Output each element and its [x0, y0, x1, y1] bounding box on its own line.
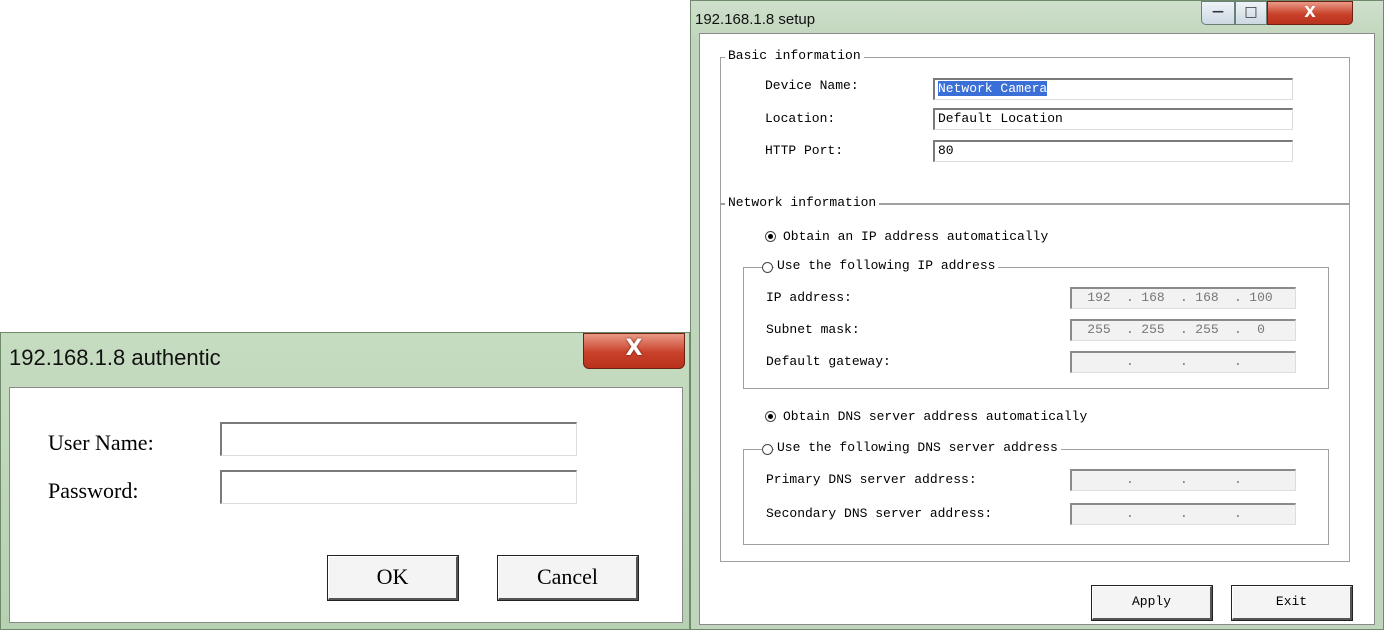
maximize-icon: □ — [1244, 4, 1258, 20]
device-name-value: Network Camera — [938, 81, 1048, 96]
dns-manual-label[interactable]: Use the following DNS server address — [774, 440, 1061, 455]
basic-information-group: Basic information Device Name: Network C… — [720, 48, 1350, 204]
auth-dialog-body: User Name: Password: OK Cancel — [9, 387, 683, 623]
network-information-legend: Network information — [725, 195, 880, 210]
dns-dot: . — [1234, 472, 1242, 487]
dns-dot: . — [1126, 506, 1134, 521]
dns-dot: . — [1180, 472, 1188, 487]
manual-dns-group: Use the following DNS server address Pri… — [743, 440, 1329, 545]
ip-octet: 192 — [1087, 290, 1111, 305]
gateway-dot: . — [1180, 354, 1188, 369]
setup-close-button[interactable]: X — [1267, 1, 1353, 25]
ip-octet: 100 — [1249, 290, 1273, 305]
dns-auto-label[interactable]: Obtain DNS server address automatically — [783, 409, 1087, 424]
gateway-dot: . — [1234, 354, 1242, 369]
location-label: Location: — [765, 111, 836, 126]
subnet-octet: 0 — [1257, 322, 1265, 337]
dns-auto-radio[interactable] — [765, 411, 776, 422]
auth-dialog-title: 192.168.1.8 authentic — [9, 345, 221, 370]
minimize-button[interactable]: — — [1201, 1, 1235, 25]
subnet-mask-input[interactable]: 255 . 255 . 255 . 0 — [1070, 319, 1296, 341]
ip-manual-label[interactable]: Use the following IP address — [774, 258, 999, 273]
secondary-dns-input[interactable]: . . . — [1070, 503, 1296, 525]
network-information-group: Network information Obtain an IP address… — [720, 195, 1350, 562]
close-icon: X — [625, 336, 643, 361]
setup-dialog-title: 192.168.1.8 setup — [695, 11, 816, 28]
http-port-input[interactable]: 80 — [933, 140, 1293, 162]
ip-octet: 168 — [1195, 290, 1219, 305]
ip-octet: 168 — [1141, 290, 1165, 305]
username-input[interactable] — [220, 422, 577, 456]
device-name-input[interactable]: Network Camera — [933, 78, 1293, 100]
manual-ip-group: Use the following IP address IP address:… — [743, 258, 1329, 389]
ip-address-input[interactable]: 192 . 168 . 168 . 100 — [1070, 287, 1296, 309]
apply-button[interactable]: Apply — [1091, 585, 1213, 621]
auth-title-bar[interactable]: 192.168.1.8 authentic X — [1, 333, 689, 385]
dns-dot: . — [1180, 506, 1188, 521]
auth-dialog: 192.168.1.8 authentic X User Name: Passw… — [0, 332, 690, 630]
dns-manual-radio[interactable] — [762, 444, 773, 455]
auth-close-button[interactable]: X — [583, 333, 685, 369]
ip-auto-label[interactable]: Obtain an IP address automatically — [783, 229, 1048, 244]
basic-information-legend: Basic information — [725, 48, 864, 63]
maximize-button[interactable]: □ — [1235, 1, 1267, 25]
exit-button[interactable]: Exit — [1231, 585, 1353, 621]
minimize-icon: — — [1212, 4, 1224, 18]
gateway-dot: . — [1126, 354, 1134, 369]
default-gateway-label: Default gateway: — [766, 354, 891, 369]
primary-dns-input[interactable]: . . . — [1070, 469, 1296, 491]
setup-dialog-body: Basic information Device Name: Network C… — [699, 33, 1375, 625]
password-label: Password: — [48, 478, 139, 503]
close-icon: X — [1304, 3, 1316, 21]
default-gateway-input[interactable]: . . . — [1070, 351, 1296, 373]
subnet-octet: 255 — [1141, 322, 1165, 337]
ip-auto-radio[interactable] — [765, 231, 776, 242]
subnet-octet: 255 — [1195, 322, 1219, 337]
password-input[interactable] — [220, 470, 577, 504]
location-input[interactable]: Default Location — [933, 108, 1293, 130]
setup-dialog: 192.168.1.8 setup — □ X Basic informatio… — [690, 0, 1384, 630]
secondary-dns-label: Secondary DNS server address: — [766, 506, 993, 521]
dns-dot: . — [1234, 506, 1242, 521]
username-label: User Name: — [48, 430, 154, 455]
primary-dns-label: Primary DNS server address: — [766, 472, 977, 487]
http-port-label: HTTP Port: — [765, 143, 844, 158]
cancel-button[interactable]: Cancel — [497, 555, 639, 601]
dns-dot: . — [1126, 472, 1134, 487]
subnet-mask-label: Subnet mask: — [766, 322, 860, 337]
ok-button[interactable]: OK — [327, 555, 459, 601]
ip-manual-radio[interactable] — [762, 262, 773, 273]
subnet-octet: 255 — [1087, 322, 1111, 337]
ip-address-label: IP address: — [766, 290, 852, 305]
device-name-label: Device Name: — [765, 78, 859, 93]
